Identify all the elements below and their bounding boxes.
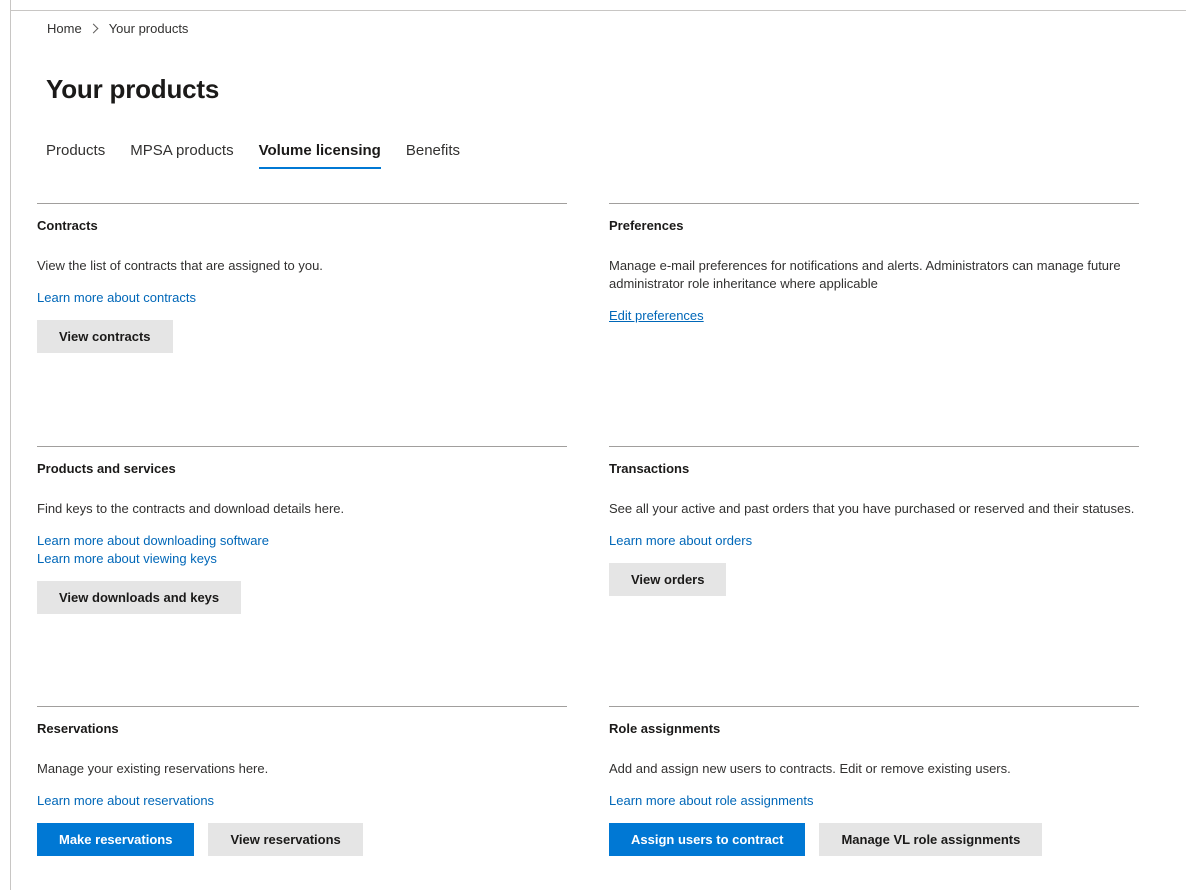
- section-divider: [37, 446, 567, 447]
- role-assignments-card: Role assignments Add and assign new user…: [609, 706, 1139, 856]
- section-divider: [609, 203, 1139, 204]
- card-description: View the list of contracts that are assi…: [37, 258, 323, 273]
- learn-more-role-assignments-link[interactable]: Learn more about role assignments: [609, 792, 1139, 810]
- card-actions: View downloads and keys: [37, 581, 567, 614]
- learn-more-orders-link[interactable]: Learn more about orders: [609, 532, 1139, 550]
- card-title: Contracts: [37, 218, 98, 233]
- transactions-card: Transactions See all your active and pas…: [609, 446, 1139, 596]
- page-title: Your products: [46, 74, 220, 104]
- section-divider: [37, 706, 567, 707]
- card-description: Find keys to the contracts and download …: [37, 501, 345, 516]
- edit-preferences-link[interactable]: Edit preferences: [609, 307, 1139, 325]
- card-actions: Assign users to contract Manage VL role …: [609, 823, 1139, 856]
- breadcrumb-home-link[interactable]: Home: [47, 21, 82, 36]
- learn-more-downloading-link[interactable]: Learn more about downloading software: [37, 532, 567, 550]
- learn-more-reservations-link[interactable]: Learn more about reservations: [37, 792, 567, 810]
- learn-more-viewing-keys-link[interactable]: Learn more about viewing keys: [37, 550, 567, 568]
- contracts-card: Contracts View the list of contracts tha…: [37, 203, 567, 353]
- card-actions: View contracts: [37, 320, 567, 353]
- card-actions: View orders: [609, 563, 1139, 596]
- card-title: Role assignments: [609, 721, 721, 736]
- frame-left-border: [10, 0, 11, 890]
- breadcrumb: Home Your products: [47, 21, 188, 36]
- card-links: Learn more about role assignments: [609, 792, 1139, 810]
- card-description: See all your active and past orders that…: [609, 501, 1135, 516]
- card-actions: Make reservations View reservations: [37, 823, 567, 856]
- view-orders-button[interactable]: View orders: [609, 563, 727, 596]
- tab-volume-licensing[interactable]: Volume licensing: [258, 142, 382, 169]
- card-description: Manage your existing reservations here.: [37, 761, 269, 776]
- card-links: Learn more about reservations: [37, 792, 567, 810]
- tab-products[interactable]: Products: [46, 142, 105, 167]
- view-downloads-and-keys-button[interactable]: View downloads and keys: [37, 581, 242, 614]
- assign-users-to-contract-button[interactable]: Assign users to contract: [609, 823, 806, 856]
- card-description: Add and assign new users to contracts. E…: [609, 761, 1011, 776]
- card-title: Products and services: [37, 461, 176, 476]
- view-reservations-button[interactable]: View reservations: [208, 823, 363, 856]
- tab-bar: Products MPSA products Volume licensing …: [46, 142, 485, 169]
- reservations-card: Reservations Manage your existing reserv…: [37, 706, 567, 856]
- breadcrumb-current: Your products: [108, 21, 189, 36]
- section-divider: [609, 706, 1139, 707]
- card-description: Manage e-mail preferences for notificati…: [609, 258, 1121, 291]
- card-title: Transactions: [609, 461, 690, 476]
- card-links: Learn more about contracts: [37, 289, 567, 307]
- card-links: Learn more about downloading software Le…: [37, 532, 567, 568]
- section-divider: [37, 203, 567, 204]
- card-links: Edit preferences: [609, 307, 1139, 325]
- card-title: Preferences: [609, 218, 684, 233]
- tab-mpsa-products[interactable]: MPSA products: [130, 142, 233, 167]
- card-links: Learn more about orders: [609, 532, 1139, 550]
- manage-vl-role-assignments-button[interactable]: Manage VL role assignments: [819, 823, 1043, 856]
- preferences-card: Preferences Manage e-mail preferences fo…: [609, 203, 1139, 325]
- learn-more-contracts-link[interactable]: Learn more about contracts: [37, 289, 567, 307]
- make-reservations-button[interactable]: Make reservations: [37, 823, 195, 856]
- products-services-card: Products and services Find keys to the c…: [37, 446, 567, 614]
- tab-benefits[interactable]: Benefits: [406, 142, 460, 167]
- view-contracts-button[interactable]: View contracts: [37, 320, 173, 353]
- section-divider: [609, 446, 1139, 447]
- chevron-right-icon: [88, 23, 99, 34]
- card-title: Reservations: [37, 721, 119, 736]
- frame-top-border: [10, 10, 1186, 11]
